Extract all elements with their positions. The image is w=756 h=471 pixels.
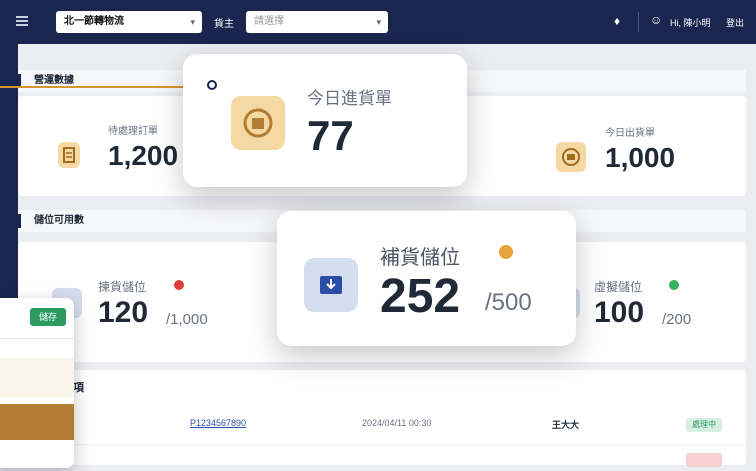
panel-row [0,358,74,398]
owner-select[interactable]: 請選擇 ▾ [246,11,388,33]
download-box-icon [304,258,358,312]
pending-orders-value: 1,200 [108,140,179,171]
order-link[interactable]: P1234567890 [190,418,246,428]
panel-row-selected[interactable] [0,404,74,440]
virtual-total: /200 [662,311,692,328]
chevron-down-icon: ▾ [190,17,195,27]
table-row [40,444,746,471]
document-icon [58,142,80,168]
replenish-label: 補貨儲位 [380,247,460,269]
virtual-status-dot [669,280,679,290]
virtual-value: 100 [594,296,645,329]
outbound-icon [556,142,586,172]
replenish-total: /500 [485,289,532,316]
owner-select-placeholder: 請選擇 [254,16,284,27]
connector-dot [207,80,217,90]
refresh-box-icon [231,96,285,150]
side-panel: 儲存 [0,298,74,468]
top-navbar: 北一節轉物流 ▾ 貨主 請選擇 ▾ ♦ ☺ Hi, 陳小明 登出 [0,0,756,44]
inbound-label: 今日進貨單 [307,89,392,108]
panel-divider [0,338,74,339]
replenish-highlight-card: 補貨儲位 252 /500 [277,211,576,346]
divider [638,12,639,32]
logout-link[interactable]: 登出 [726,16,744,29]
picking-label: 揀貨儲位 [98,280,147,294]
picking-total: /1,000 [166,311,208,328]
pending-orders-label: 待處理訂單 [108,126,158,137]
picking-status-dot [174,280,184,290]
warehouse-select[interactable]: 北一節轉物流 ▾ [56,11,202,33]
bell-icon[interactable]: ♦ [614,14,620,28]
owner-label: 貨主 [214,19,234,30]
virtual-label: 虛擬儲位 [594,280,643,294]
order-time: 2024/04/11 00:30 [362,418,432,428]
outbound-label: 今日出貨單 [605,128,655,139]
order-person: 王大大 [552,420,580,430]
inbound-value: 77 [307,112,354,159]
warehouse-select-value: 北一節轉物流 [64,16,124,27]
table-row: P1234567890 2024/04/11 00:30 王大大 處理中 [40,418,746,444]
save-button[interactable]: 儲存 [30,308,66,326]
hamburger-icon[interactable] [16,16,28,26]
replenish-value: 252 [380,270,461,323]
connector-line [0,86,214,88]
outbound-value: 1,000 [605,142,676,173]
inbound-highlight-card: 今日進貨單 77 [183,54,467,187]
picking-value: 120 [98,296,149,329]
user-icon[interactable]: ☺ [650,13,662,27]
replenish-status-dot [499,245,513,259]
chevron-down-icon: ▾ [376,17,381,27]
status-badge: 處理中 [686,418,722,432]
user-greeting: Hi, 陳小明 [670,18,711,28]
